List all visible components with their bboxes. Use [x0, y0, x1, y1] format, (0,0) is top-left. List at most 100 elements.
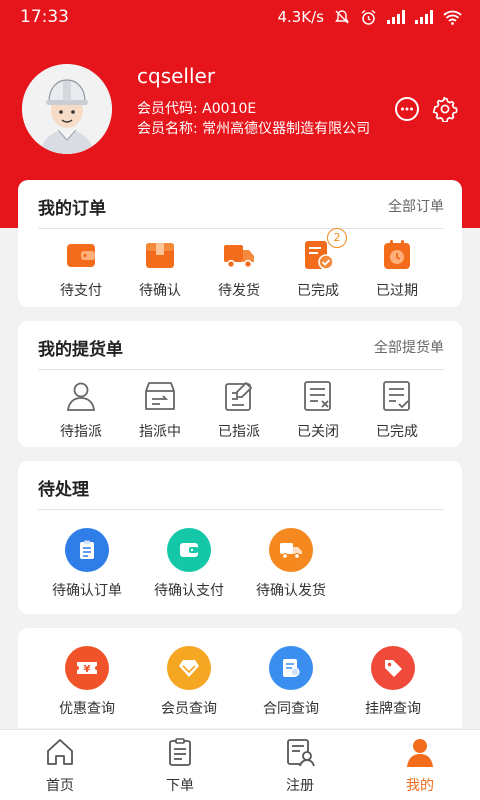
- order-completed[interactable]: 2 已完成: [278, 228, 358, 300]
- member-code: 会员代码: A0010E: [137, 101, 257, 117]
- diamond-icon: [179, 660, 199, 677]
- person-icon: [66, 382, 96, 411]
- signal-icon-2: [415, 10, 433, 24]
- gear-icon[interactable]: [432, 96, 458, 122]
- pending-icon-bg: [269, 528, 313, 572]
- query-item-label: 会员查询: [161, 701, 217, 717]
- pickup-item-label: 待指派: [60, 424, 102, 440]
- clipboard-icon: [80, 540, 94, 559]
- tab-bar: 首页 下单 注册 我的: [0, 729, 480, 800]
- orders-title: 我的订单: [38, 199, 106, 219]
- pending-card: 待处理 待确认订单 待确认支付 待确认发货: [18, 461, 462, 614]
- order-item-label: 已完成: [297, 283, 339, 299]
- queries-card: ¥ 优惠查询 会员查询 合同查询 挂牌查询: [18, 628, 462, 728]
- query-item-label: 优惠查询: [59, 701, 115, 717]
- all-orders-link[interactable]: 全部订单: [388, 196, 444, 216]
- contract-icon: [283, 659, 300, 677]
- close-doc-icon: [304, 381, 331, 411]
- wifi-icon: [443, 10, 462, 25]
- order-pending-ship[interactable]: 待发货: [199, 238, 279, 300]
- pending-icon-bg: [167, 528, 211, 572]
- all-pickup-link[interactable]: 全部提货单: [374, 337, 444, 357]
- order-item-label: 待确认: [139, 283, 181, 299]
- pending-title: 待处理: [38, 480, 89, 500]
- truck-icon: [280, 543, 302, 560]
- query-icon-bg: [167, 646, 211, 690]
- pending-confirm-order[interactable]: 待确认订单: [47, 528, 127, 600]
- pickup-title: 我的提货单: [38, 340, 123, 360]
- coupon-icon: ¥: [77, 662, 97, 675]
- completed-badge: 2: [327, 228, 347, 248]
- avatar[interactable]: [22, 64, 112, 154]
- done-doc-icon: [383, 381, 410, 411]
- order-item-label: 待发货: [218, 283, 260, 299]
- pending-item-label: 待确认订单: [52, 583, 122, 599]
- pickup-item-label: 已关闭: [297, 424, 339, 440]
- pending-confirm-ship[interactable]: 待确认发货: [251, 528, 331, 600]
- pickup-item-label: 指派中: [139, 424, 181, 440]
- user-icon: [407, 739, 433, 767]
- member-name: 会员名称: 常州高德仪器制造有限公司: [137, 121, 371, 137]
- tab-register[interactable]: 注册: [260, 736, 340, 795]
- query-listing[interactable]: 挂牌查询: [353, 646, 433, 718]
- pending-item-label: 待确认支付: [154, 583, 224, 599]
- orders-card: 我的订单 全部订单 待支付 待确认 待发货 2 已完成 已过期: [18, 180, 462, 307]
- pickup-item-label: 已完成: [376, 424, 418, 440]
- order-item-label: 待支付: [60, 283, 102, 299]
- tab-mine[interactable]: 我的: [380, 736, 460, 795]
- wallet-icon: [180, 543, 198, 557]
- pickup-assigning[interactable]: 指派中: [120, 379, 200, 441]
- order-pending-payment[interactable]: 待支付: [41, 238, 121, 300]
- mute-bell-icon: [335, 10, 349, 24]
- box-icon: [146, 243, 174, 268]
- edit-doc-icon: [225, 381, 253, 411]
- truck-icon: [224, 245, 254, 269]
- pickup-closed[interactable]: 已关闭: [278, 379, 358, 441]
- net-speed: 4.3K/s: [277, 8, 324, 26]
- pending-item-label: 待确认发货: [256, 583, 326, 599]
- query-discount[interactable]: ¥ 优惠查询: [47, 646, 127, 718]
- query-item-label: 合同查询: [263, 701, 319, 717]
- tab-label: 首页: [46, 778, 74, 794]
- status-time: 17:33: [20, 7, 69, 27]
- register-icon: [287, 739, 315, 767]
- home-icon: [47, 739, 73, 765]
- divider: [38, 369, 444, 370]
- query-icon-bg: [269, 646, 313, 690]
- pickup-completed[interactable]: 已完成: [357, 379, 437, 441]
- username: cqseller: [137, 64, 216, 88]
- order-item-label: 已过期: [376, 283, 418, 299]
- tab-home[interactable]: 首页: [20, 736, 100, 795]
- tag-icon: [385, 660, 402, 677]
- pickup-assigned[interactable]: 已指派: [199, 379, 279, 441]
- svg-text:¥: ¥: [84, 664, 91, 675]
- pending-icon-bg: [65, 528, 109, 572]
- pending-confirm-payment[interactable]: 待确认支付: [149, 528, 229, 600]
- tab-order[interactable]: 下单: [140, 736, 220, 795]
- tab-label: 我的: [406, 778, 434, 794]
- query-icon-bg: [371, 646, 415, 690]
- divider: [38, 228, 444, 229]
- tab-label: 注册: [286, 778, 314, 794]
- status-bar: 17:33 4.3K/s: [0, 0, 480, 34]
- alarm-icon: [361, 9, 376, 25]
- order-icon: [169, 738, 191, 766]
- profile-section: cqseller 会员代码: A0010E 会员名称: 常州高德仪器制造有限公司: [22, 62, 462, 162]
- tab-label: 下单: [166, 778, 194, 794]
- signal-icon: [387, 10, 405, 24]
- query-contract[interactable]: 合同查询: [251, 646, 331, 718]
- query-icon-bg: ¥: [65, 646, 109, 690]
- transfer-icon: [145, 382, 175, 410]
- pickup-item-label: 已指派: [218, 424, 260, 440]
- divider: [38, 509, 444, 510]
- pickup-card: 我的提货单 全部提货单 待指派 指派中 已指派 已关闭 已完成: [18, 321, 462, 447]
- wallet-icon: [67, 244, 95, 267]
- message-icon[interactable]: [394, 96, 420, 122]
- order-pending-confirm[interactable]: 待确认: [120, 238, 200, 300]
- order-expired[interactable]: 已过期: [357, 238, 437, 300]
- pickup-pending-assign[interactable]: 待指派: [41, 379, 121, 441]
- query-member[interactable]: 会员查询: [149, 646, 229, 718]
- worker-avatar-icon: [22, 64, 112, 154]
- query-item-label: 挂牌查询: [365, 701, 421, 717]
- clock-doc-icon: [384, 240, 410, 269]
